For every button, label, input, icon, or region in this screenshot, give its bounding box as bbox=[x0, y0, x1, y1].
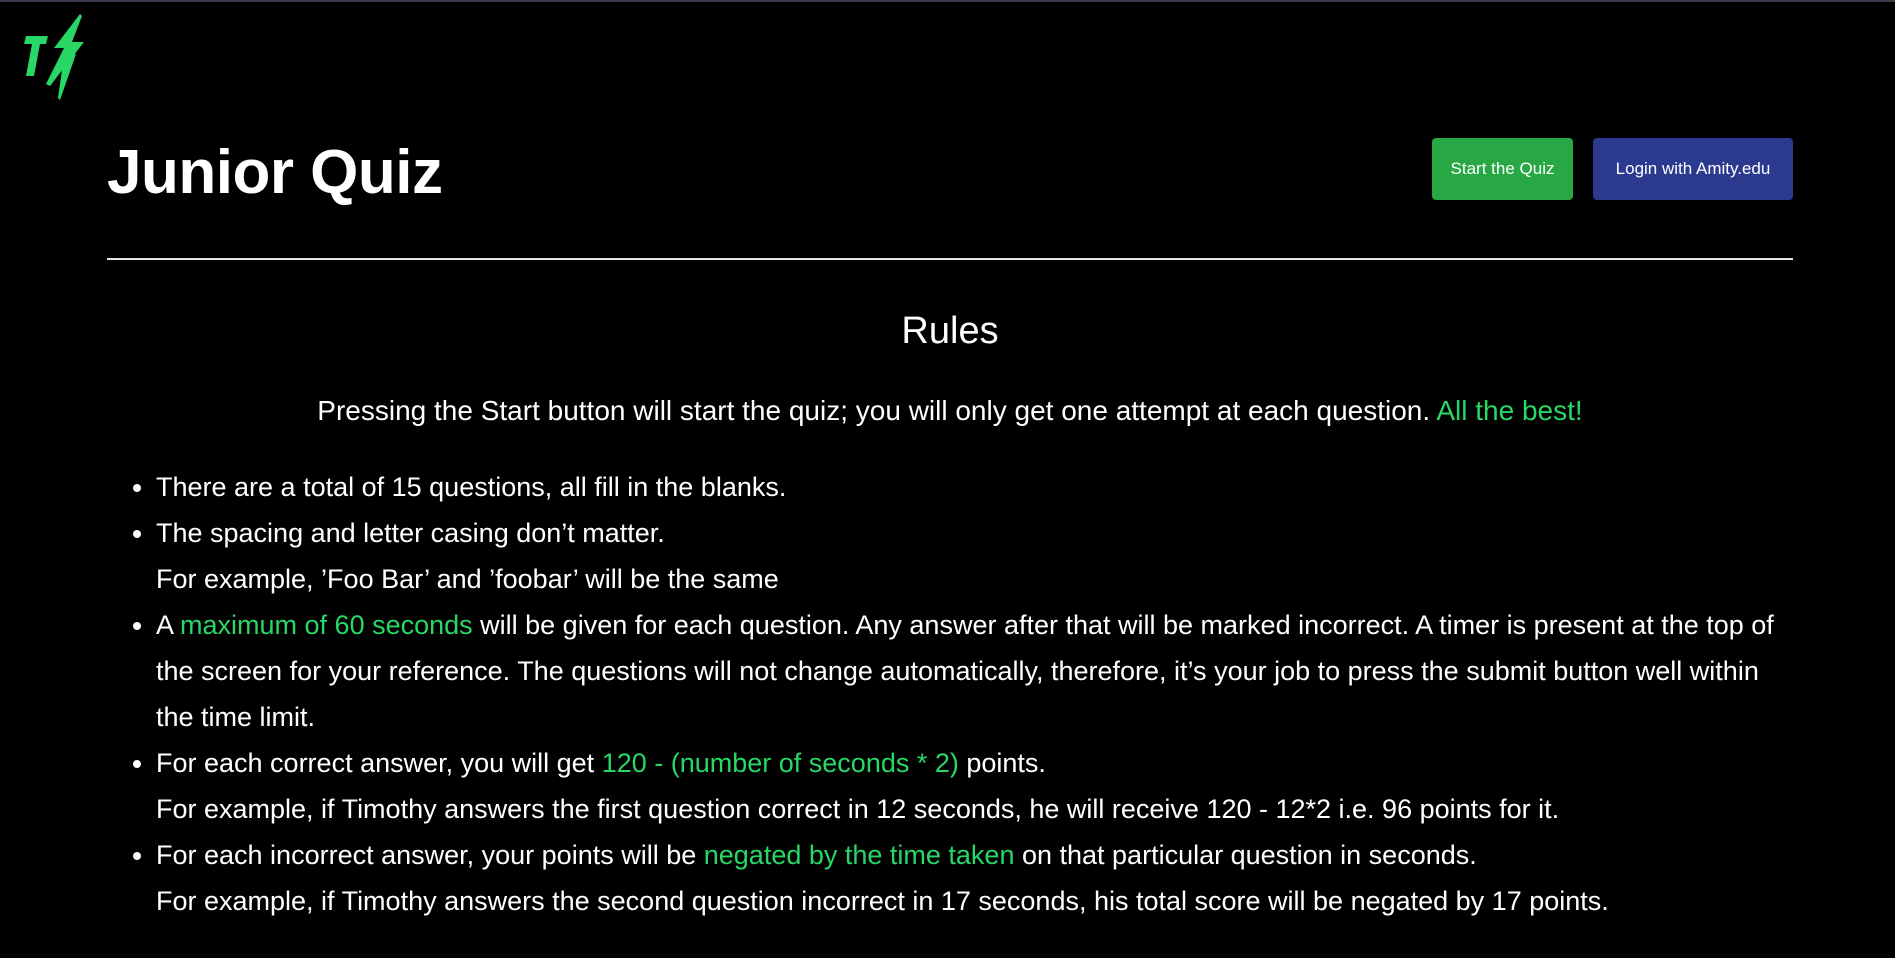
rule-text: points. bbox=[958, 747, 1046, 778]
lightning-bolt-logo-icon[interactable] bbox=[24, 14, 84, 100]
rule-item: The spacing and letter casing don’t matt… bbox=[156, 510, 1793, 602]
rules-heading: Rules bbox=[901, 310, 999, 352]
rule-highlight: 120 - (number of seconds * 2) bbox=[601, 747, 959, 778]
page-title: Junior Quiz bbox=[107, 138, 443, 207]
rule-item: For each correct answer, you will get 12… bbox=[156, 740, 1793, 832]
rule-text: The spacing and letter casing don’t matt… bbox=[156, 517, 665, 548]
rule-highlight: negated by the time taken bbox=[703, 839, 1015, 870]
intro-text: Pressing the Start button will start the… bbox=[317, 395, 1437, 426]
rule-item: For each incorrect answer, your points w… bbox=[156, 832, 1793, 924]
rule-example: For example, if Timothy answers the firs… bbox=[156, 793, 1560, 824]
rules-list: There are a total of 15 questions, all f… bbox=[107, 464, 1793, 924]
rule-text: For each incorrect answer, your points w… bbox=[156, 839, 704, 870]
login-button[interactable]: Login with Amity.edu bbox=[1593, 138, 1793, 200]
rule-text: on that particular question in seconds. bbox=[1014, 839, 1477, 870]
rules-intro: Pressing the Start button will start the… bbox=[107, 394, 1793, 428]
rule-item: There are a total of 15 questions, all f… bbox=[156, 464, 1793, 510]
rule-text: A bbox=[156, 609, 181, 640]
rule-example: For example, ’Foo Bar’ and ’foobar’ will… bbox=[156, 563, 779, 594]
rule-item: A maximum of 60 seconds will be given fo… bbox=[156, 602, 1793, 740]
header-actions: Start the Quiz Login with Amity.edu bbox=[1432, 138, 1793, 200]
main-container: Junior Quiz Start the Quiz Login with Am… bbox=[107, 2, 1793, 924]
rule-text: There are a total of 15 questions, all f… bbox=[156, 471, 787, 502]
rule-text: For each correct answer, you will get bbox=[156, 747, 602, 778]
rule-example: For example, if Timothy answers the seco… bbox=[156, 885, 1609, 916]
page-header: Junior Quiz Start the Quiz Login with Am… bbox=[107, 2, 1793, 260]
rule-highlight: maximum of 60 seconds bbox=[180, 609, 473, 640]
start-quiz-button[interactable]: Start the Quiz bbox=[1432, 138, 1573, 200]
intro-highlight: All the best! bbox=[1436, 395, 1583, 426]
